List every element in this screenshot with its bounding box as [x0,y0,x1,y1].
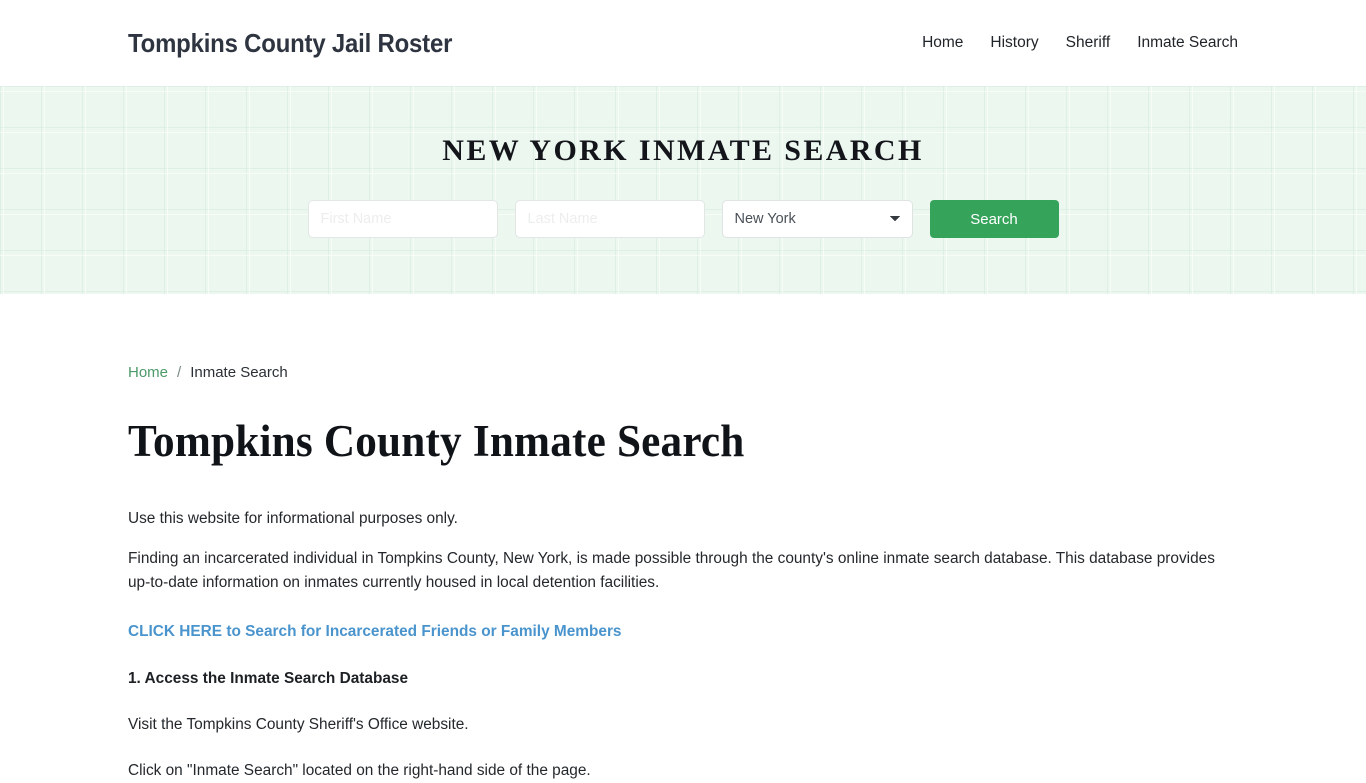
nav-item-sheriff[interactable]: Sheriff [1066,35,1111,51]
page-title: Tompkins County Inmate Search [128,416,745,466]
step-1-heading: 1. Access the Inmate Search Database [128,669,409,687]
first-name-input[interactable] [307,200,498,238]
inmate-search-form: New York Search [307,200,1059,238]
search-button[interactable]: Search [929,200,1059,238]
main-content: Home / Inmate Search Tompkins County Inm… [0,294,1366,783]
step-1-line-1: Visit the Tompkins County Sheriff's Offi… [128,715,469,733]
nav-item-history[interactable]: History [990,35,1038,51]
nav-item-inmate-search[interactable]: Inmate Search [1137,35,1238,51]
cta-search-link[interactable]: CLICK HERE to Search for Incarcerated Fr… [128,620,622,644]
description-paragraph: Finding an incarcerated individual in To… [128,549,1215,591]
hero-search-banner: NEW YORK INMATE SEARCH New York Search [0,86,1366,294]
hero-title: NEW YORK INMATE SEARCH [442,134,924,167]
breadcrumb-current: Inmate Search [190,364,288,381]
site-brand-title[interactable]: Tompkins County Jail Roster [128,28,452,59]
breadcrumb-separator: / [177,364,182,381]
main-navigation: Home History Sheriff Inmate Search [922,35,1238,51]
breadcrumb: Home / Inmate Search [128,294,1238,381]
step-1-line-2: Click on "Inmate Search" located on the … [128,761,591,779]
last-name-input[interactable] [514,200,705,238]
breadcrumb-link-home[interactable]: Home [128,364,168,381]
nav-item-home[interactable]: Home [922,35,963,51]
state-select[interactable]: New York [721,200,913,238]
site-header: Tompkins County Jail Roster Home History… [0,0,1366,86]
intro-paragraph: Use this website for informational purpo… [128,509,458,527]
